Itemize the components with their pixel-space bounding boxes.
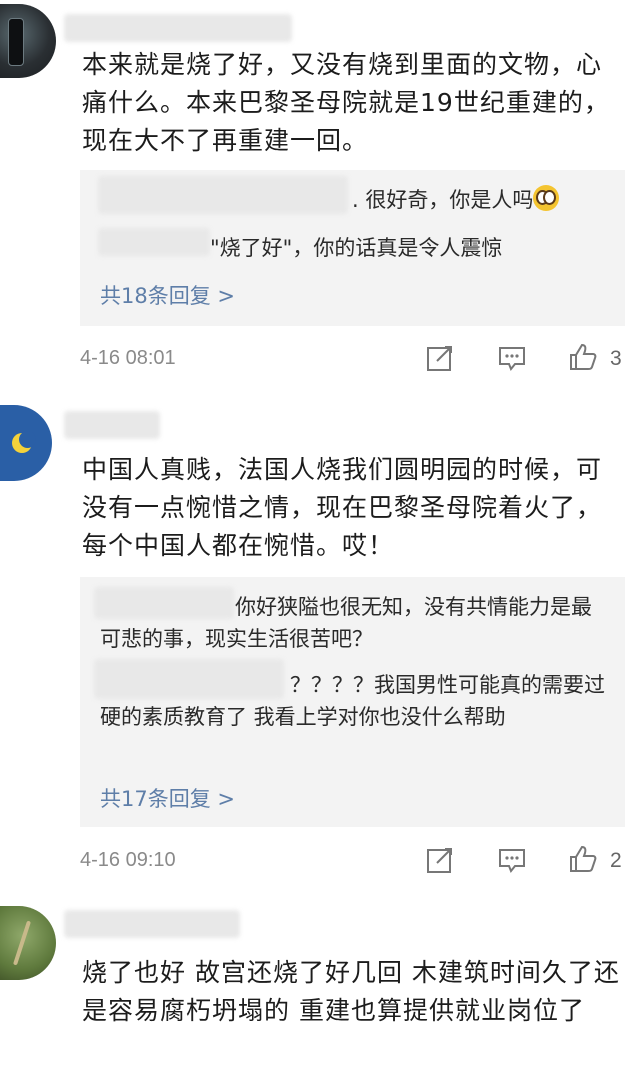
blurred-username [64,910,240,938]
reply-2: "烧了好"，你的话真是令人震惊 [210,236,503,260]
like-count: 2 [610,849,622,872]
reply-box[interactable]: . 很好奇，你是人吗 "烧了好"，你的话真是令人震惊 共18条回复 > [80,170,625,326]
blurred-username [64,14,292,42]
avatar[interactable] [0,405,52,481]
thumbs-up-icon[interactable] [568,342,598,372]
comment-time: 4-16 09:10 [80,849,176,871]
comment-text: 本来就是烧了好，又没有烧到里面的文物，心痛什么。本来巴黎圣母院就是19世纪重建的… [82,50,610,155]
avatar[interactable] [0,906,56,980]
flushed-face-emoji [533,185,560,211]
comment-1: 本来就是烧了好，又没有烧到里面的文物，心痛什么。本来巴黎圣母院就是19世纪重建的… [0,0,640,390]
reply-box[interactable]: 你好狭隘也很无知，没有共情能力是最可悲的事，现实生活很苦吧？ ？？？？我国男性可… [80,577,625,827]
reply-count-link[interactable]: 共18条回复 > [100,280,235,310]
blurred-username [64,411,160,439]
reply-1: 你好狭隘也很无知，没有共情能力是最可悲的事，现实生活很苦吧？ [100,595,592,651]
reply-count-link[interactable]: 共17条回复 > [100,783,235,813]
like-count: 3 [610,347,622,370]
comment-text: 烧了也好 故宫还烧了好几回 木建筑时间久了还是容易腐朽坍塌的 重建也算提供就业岗… [82,958,620,1025]
thumbs-up-icon[interactable] [568,844,598,874]
reply-2: ？？？？我国男性可能真的需要过硬的素质教育了 我看上学对你也没什么帮助 [100,673,605,729]
comment-time: 4-16 08:01 [80,347,176,369]
avatar[interactable] [0,4,56,78]
comment-icon[interactable] [497,343,527,373]
comment-2: 中国人真贱，法国人烧我们圆明园的时候，可没有一点惋惜之情，现在巴黎圣母院着火了，… [0,405,640,895]
repost-icon[interactable] [425,343,455,373]
comment-text: 中国人真贱，法国人烧我们圆明园的时候，可没有一点惋惜之情，现在巴黎圣母院着火了，… [82,455,603,560]
comment-icon[interactable] [497,845,527,875]
repost-icon[interactable] [425,845,455,875]
reply-1: . 很好奇，你是人吗 [352,184,612,216]
comment-3: 烧了也好 故宫还烧了好几回 木建筑时间久了还是容易腐朽坍塌的 重建也算提供就业岗… [0,906,640,1074]
